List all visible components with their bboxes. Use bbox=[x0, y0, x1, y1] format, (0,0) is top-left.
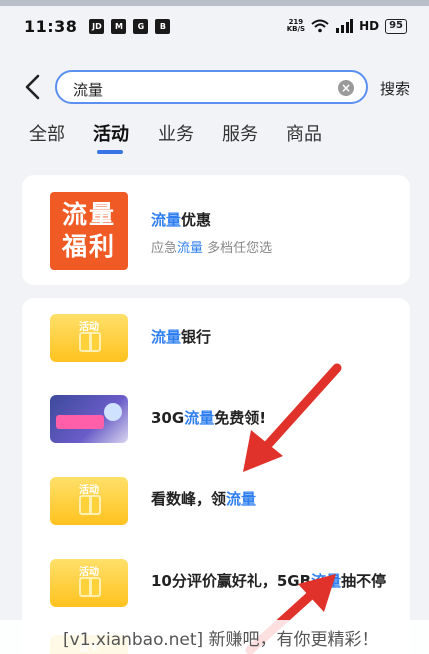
activity-title: 10分评价赢好礼，5GB流量抽不停 bbox=[151, 570, 386, 591]
promo-thumbnail bbox=[50, 395, 128, 443]
tab-products[interactable]: 商品 bbox=[286, 120, 322, 146]
clear-circle-icon[interactable]: × bbox=[338, 80, 354, 96]
tab-business[interactable]: 业务 bbox=[158, 120, 194, 146]
sub-highlight: 流量 bbox=[177, 241, 204, 256]
app-notification-icon: G bbox=[133, 18, 149, 34]
sub-prefix: 应急 bbox=[151, 241, 178, 256]
net-speed: 219 KB/S bbox=[287, 19, 305, 33]
status-right: 219 KB/S HD 95 bbox=[287, 18, 407, 34]
search-input[interactable]: 流量 × bbox=[55, 70, 368, 104]
title-highlight: 流量 bbox=[151, 328, 182, 346]
activity-thumbnail: 活动 bbox=[50, 477, 128, 525]
tab-bar: 全部 活动 业务 服务 商品 bbox=[0, 120, 429, 160]
activity-title: 30G流量免费领! bbox=[151, 407, 266, 428]
title-prefix: 看数峰，领 bbox=[151, 490, 227, 508]
title-highlight: 流量 bbox=[226, 490, 257, 508]
title-highlight: 流量 bbox=[151, 211, 182, 229]
net-speed-unit: KB/S bbox=[286, 25, 306, 33]
gift-icon bbox=[79, 577, 101, 597]
result-subtitle: 应急流量 多档任您选 bbox=[151, 237, 272, 256]
thumb-label: 活动 bbox=[79, 322, 99, 333]
jd-app-icon: JD bbox=[89, 18, 105, 34]
title-suffix: 银行 bbox=[181, 328, 212, 346]
status-bar: 11:38 JD M G B 219 KB/S HD 95 bbox=[0, 8, 429, 44]
thumb-line-2: 福利 bbox=[61, 232, 116, 261]
tab-all[interactable]: 全部 bbox=[29, 120, 65, 146]
watermark-text: [v1.xianbao.net] 新赚吧，有你更精彩！ bbox=[63, 630, 379, 650]
title-prefix: 10分评价赢好礼，5GB bbox=[151, 572, 312, 590]
title-highlight: 流量 bbox=[184, 409, 215, 427]
search-button[interactable]: 搜索 bbox=[380, 78, 410, 99]
thumb-line-1: 流量 bbox=[61, 200, 116, 229]
battery-icon: 95 bbox=[385, 18, 407, 34]
active-tab-indicator bbox=[97, 150, 123, 154]
title-rest: 优惠 bbox=[181, 211, 212, 229]
gift-icon bbox=[79, 495, 101, 515]
watermark-bar: [v1.xianbao.net] 新赚吧，有你更精彩！ bbox=[0, 620, 429, 654]
wifi-icon bbox=[311, 19, 329, 33]
top-edge bbox=[0, 0, 429, 6]
title-suffix: 免费领! bbox=[214, 409, 267, 427]
signal-icon bbox=[336, 19, 354, 33]
thumb-label: 活动 bbox=[79, 567, 99, 578]
bag-icon: B bbox=[155, 18, 171, 34]
search-query: 流量 bbox=[73, 81, 104, 99]
top-result-card[interactable]: 流量 福利 流量优惠 应急流量 多档任您选 bbox=[22, 175, 410, 285]
title-suffix: 抽不停 bbox=[341, 572, 387, 590]
status-time: 11:38 bbox=[24, 16, 78, 36]
thumb-label: 活动 bbox=[79, 485, 99, 496]
tab-activities[interactable]: 活动 bbox=[93, 120, 129, 146]
chevron-left-icon[interactable] bbox=[18, 72, 48, 102]
tab-services[interactable]: 服务 bbox=[222, 120, 258, 146]
network-type: HD bbox=[359, 19, 380, 33]
title-highlight: 流量 bbox=[311, 572, 342, 590]
promo-bubble bbox=[104, 403, 122, 421]
sub-suffix: 多档任您选 bbox=[203, 241, 273, 256]
mail-icon: M bbox=[111, 18, 127, 34]
activity-list-card: 活动 流量银行 30G流量免费领! 活动 看数峰，领流量 活动 10分评价赢好礼… bbox=[22, 298, 410, 654]
result-title: 流量优惠 bbox=[151, 209, 211, 230]
activity-title: 看数峰，领流量 bbox=[151, 488, 256, 509]
promo-band bbox=[56, 415, 104, 429]
activity-title: 流量银行 bbox=[151, 326, 211, 347]
title-prefix: 30G bbox=[151, 409, 185, 427]
notification-icons: JD M G B bbox=[89, 18, 171, 34]
flow-welfare-thumbnail: 流量 福利 bbox=[50, 192, 128, 270]
activity-thumbnail: 活动 bbox=[50, 314, 128, 362]
activity-thumbnail: 活动 bbox=[50, 559, 128, 607]
gift-icon bbox=[79, 332, 101, 352]
search-row: 流量 × 搜索 bbox=[0, 70, 429, 106]
